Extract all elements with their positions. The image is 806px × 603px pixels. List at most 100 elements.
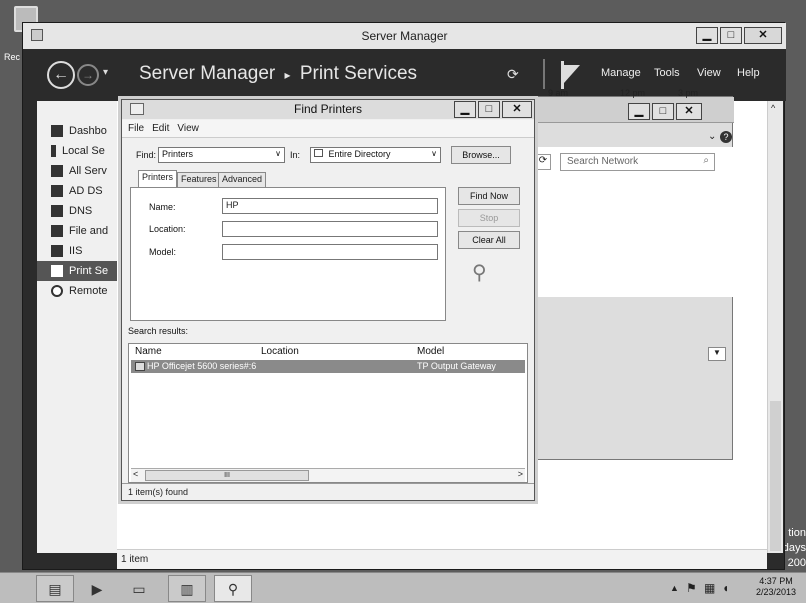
table-row[interactable]: HP Officejet 5600 series#:6 TP Output Ga… <box>131 360 525 373</box>
history-dropdown-icon[interactable]: ▾ <box>103 67 108 78</box>
name-label: Name: <box>149 202 176 212</box>
clear-all-button[interactable]: Clear All <box>458 231 520 249</box>
dashboard-icon <box>51 125 63 137</box>
volume-tray-icon[interactable]: ◖ <box>722 581 729 595</box>
horizontal-scrollbar[interactable]: < III > <box>131 468 525 482</box>
results-list: Name Location Model HP Officejet 5600 se… <box>128 343 528 483</box>
status-bar: 1 item <box>117 549 767 569</box>
nav-item-local-server[interactable]: Local Se <box>37 141 117 161</box>
breadcrumb-current: Print Services <box>299 63 418 84</box>
tab-advanced[interactable]: Advanced <box>218 172 267 187</box>
menu-edit[interactable]: Edit <box>152 123 169 134</box>
window-title: Server Manager <box>361 29 448 43</box>
printer-icon <box>51 265 63 277</box>
help-icon[interactable]: ? <box>720 131 732 143</box>
name-input[interactable]: HP <box>222 198 438 214</box>
notifications-flag-icon[interactable] <box>559 61 581 89</box>
header-divider <box>543 59 545 89</box>
tab-features[interactable]: Features <box>177 172 221 187</box>
search-icon[interactable]: ⌕ <box>703 155 709 166</box>
find-printers-titlebar[interactable]: Find Printers ▁ □ ✕ <box>122 100 534 119</box>
show-hidden-icons-icon[interactable]: ▲ <box>670 583 679 593</box>
vertical-scrollbar[interactable]: ^ <box>767 101 783 553</box>
file-explorer-taskbar-icon[interactable]: ▭ <box>120 575 158 602</box>
location-input[interactable] <box>222 221 438 237</box>
print-management-taskbar-icon[interactable]: ▥ <box>168 575 206 602</box>
background-minimize-button[interactable]: ▁ <box>628 103 650 120</box>
printers-tab-panel: Name: HP Location: Model: <box>130 187 446 321</box>
column-header-model[interactable]: Model <box>417 346 444 357</box>
dialog-close-button[interactable]: ✕ <box>502 101 532 118</box>
breadcrumb: Server Manager ▸ Print Services <box>139 63 417 85</box>
refresh-icon[interactable]: ⟳ <box>535 154 551 170</box>
menu-tools[interactable]: Tools <box>654 67 680 79</box>
stop-button[interactable]: Stop <box>458 209 520 227</box>
menu-view[interactable]: View <box>697 67 721 79</box>
dns-icon <box>51 205 63 217</box>
find-printers-dialog: Find Printers ▁ □ ✕ File Edit View Find:… <box>121 99 535 501</box>
browse-button[interactable]: Browse... <box>451 146 511 164</box>
close-button[interactable]: ✕ <box>744 27 782 44</box>
clock[interactable]: 4:37 PM 2/23/2013 <box>756 576 796 598</box>
menu-manage[interactable]: Manage <box>601 67 641 79</box>
result-name: HP Officejet 5600 series#:6 <box>147 361 257 371</box>
server-manager-taskbar-icon[interactable]: ▤ <box>36 575 74 602</box>
background-maximize-button[interactable]: □ <box>652 103 674 120</box>
find-now-button[interactable]: Find Now <box>458 187 520 205</box>
find-printers-taskbar-icon[interactable]: ⚲ <box>214 575 252 602</box>
results-count: 1 item(s) found <box>128 487 189 497</box>
taskbar: ▤ ▶ ▭ ▥ ⚲ ▲ ⚑ ▦ ◖ 4:37 PM 2/23/2013 <box>0 572 806 603</box>
time-label: 3 pm <box>678 88 699 98</box>
file-storage-icon <box>51 225 63 237</box>
nav-item-file-storage[interactable]: File and <box>37 221 117 241</box>
forward-arrow-icon[interactable]: → <box>77 64 99 86</box>
background-close-button[interactable]: ✕ <box>676 103 702 120</box>
nav-item-dashboard[interactable]: Dashbo <box>37 121 117 141</box>
scroll-right-icon[interactable]: > <box>518 469 523 479</box>
search-network-input[interactable]: Search Network ⌕ <box>560 153 715 171</box>
collapse-chevron-icon[interactable]: ⌄ <box>708 131 716 142</box>
nav-item-remote[interactable]: Remote <box>37 281 117 301</box>
network-tray-icon[interactable]: ▦ <box>704 581 715 595</box>
column-header-location[interactable]: Location <box>261 346 299 357</box>
scrollbar-thumb[interactable] <box>770 401 781 551</box>
dropdown-arrow-icon[interactable]: ▼ <box>708 347 726 361</box>
powershell-taskbar-icon[interactable]: ▶ <box>78 575 116 602</box>
dialog-minimize-button[interactable]: ▁ <box>454 101 476 118</box>
scroll-up-icon[interactable]: ^ <box>771 103 775 113</box>
in-label: In: <box>290 150 301 160</box>
nav-item-ad-ds[interactable]: AD DS <box>37 181 117 201</box>
dialog-maximize-button[interactable]: □ <box>478 101 500 118</box>
scroll-left-icon[interactable]: < <box>133 469 138 479</box>
search-scope-select[interactable]: Entire Directory ∨ <box>310 147 441 163</box>
flag-tray-icon[interactable]: ⚑ <box>686 581 697 595</box>
menu-help[interactable]: Help <box>737 67 760 79</box>
breadcrumb-root[interactable]: Server Manager <box>139 63 275 84</box>
nav-item-all-servers[interactable]: All Serv <box>37 161 117 181</box>
nav-item-dns[interactable]: DNS <box>37 201 117 221</box>
clock-time: 4:37 PM <box>759 576 793 586</box>
model-input[interactable] <box>222 244 438 260</box>
tab-printers[interactable]: Printers <box>138 170 178 188</box>
menu-view[interactable]: View <box>177 123 199 134</box>
nav-item-print-services[interactable]: Print Se <box>37 261 117 281</box>
scrollbar-thumb[interactable]: III <box>145 470 309 481</box>
dialog-menubar: File Edit View <box>122 120 534 138</box>
server-manager-nav: Dashbo Local Se All Serv AD DS DNS File … <box>37 101 117 553</box>
chevron-down-icon: ∨ <box>275 149 281 158</box>
chevron-down-icon: ∨ <box>431 149 437 158</box>
menu-file[interactable]: File <box>128 123 144 134</box>
find-label: Find: <box>136 150 157 160</box>
local-server-icon <box>51 145 56 157</box>
maximize-button[interactable]: □ <box>720 27 742 44</box>
minimize-button[interactable]: ▁ <box>696 27 718 44</box>
find-type-select[interactable]: Printers ∨ <box>158 147 285 163</box>
iis-icon <box>51 245 63 257</box>
nav-item-iis[interactable]: IIS <box>37 241 117 261</box>
server-manager-titlebar[interactable]: Server Manager ▁ □ ✕ <box>23 23 786 49</box>
remote-icon <box>51 285 63 297</box>
column-header-name[interactable]: Name <box>135 346 162 357</box>
refresh-icon[interactable]: ⟳ <box>507 66 519 83</box>
back-arrow-icon[interactable]: ← <box>47 61 75 89</box>
breadcrumb-separator-icon: ▸ <box>284 68 291 82</box>
